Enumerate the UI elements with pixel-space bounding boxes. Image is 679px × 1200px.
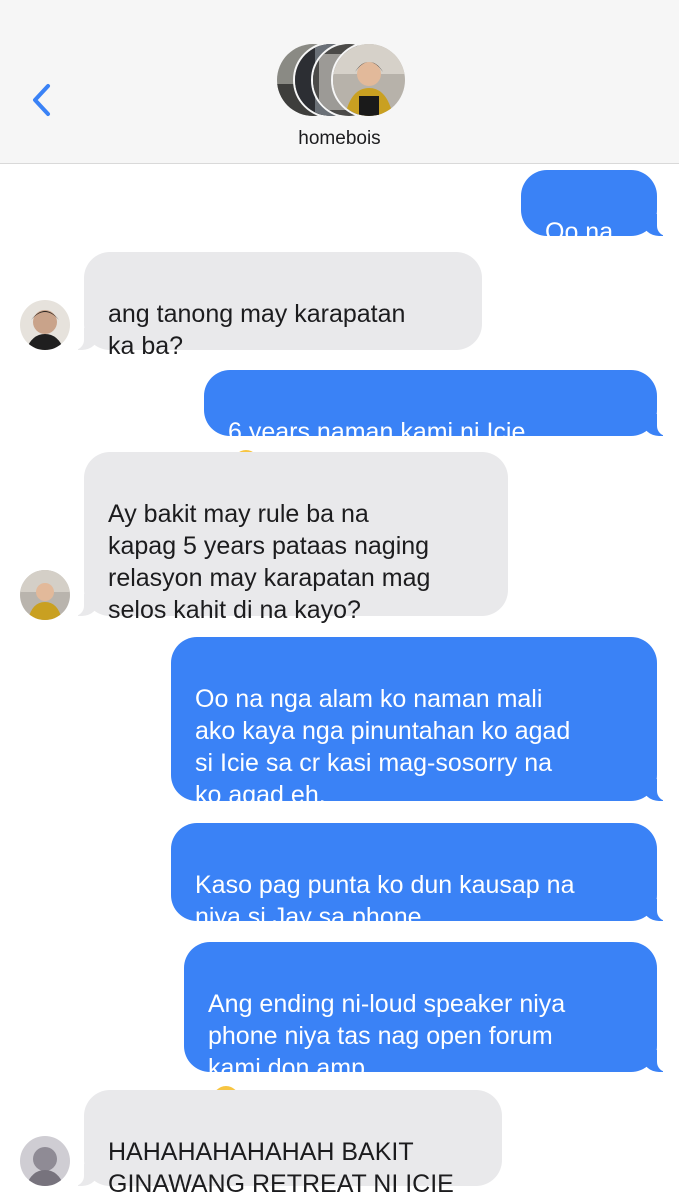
message-text: Kaso pag punta ko dun kausap na niya si …: [195, 871, 575, 931]
incoming-message-bubble[interactable]: HAHAHAHAHAHAH BAKIT GINAWANG RETREAT NI …: [72, 1090, 502, 1198]
conversation-header: homebois: [0, 0, 679, 164]
outgoing-message-bubble[interactable]: Oo na nga alam ko naman mali ako kaya ng…: [171, 637, 669, 809]
message-text: Ay bakit may rule ba na kapag 5 years pa…: [108, 500, 431, 624]
group-name[interactable]: homebois: [0, 128, 679, 150]
incoming-message-bubble[interactable]: ang tanong may karapatan ka ba?: [72, 252, 482, 360]
message-text: ang tanong may karapatan ka ba?: [108, 300, 406, 360]
incoming-message-bubble[interactable]: Ay bakit may rule ba na kapag 5 years pa…: [72, 452, 508, 624]
outgoing-message-bubble[interactable]: 6 years naman kami ni Icie..: [204, 370, 669, 476]
message-text: 6 years naman kami ni Icie..: [228, 418, 540, 446]
sender-avatar[interactable]: [20, 570, 70, 620]
message-text: HAHAHAHAHAHAH BAKIT GINAWANG RETREAT NI …: [108, 1138, 454, 1198]
sender-avatar[interactable]: [20, 300, 70, 350]
group-avatar-stack[interactable]: [275, 42, 407, 118]
member-avatar: [331, 42, 407, 118]
outgoing-message-bubble[interactable]: Oo na.: [521, 170, 669, 246]
message-text: Oo na nga alam ko naman mali ako kaya ng…: [195, 685, 571, 809]
outgoing-message-bubble[interactable]: Ang ending ni-loud speaker niya phone ni…: [184, 942, 669, 1112]
back-button[interactable]: [26, 78, 60, 122]
message-text: Oo na.: [545, 218, 621, 246]
chevron-left-icon: [33, 84, 50, 116]
message-text: Ang ending ni-loud speaker niya phone ni…: [208, 990, 566, 1082]
sender-avatar[interactable]: [20, 1136, 70, 1186]
outgoing-message-bubble[interactable]: Kaso pag punta ko dun kausap na niya si …: [171, 823, 669, 931]
